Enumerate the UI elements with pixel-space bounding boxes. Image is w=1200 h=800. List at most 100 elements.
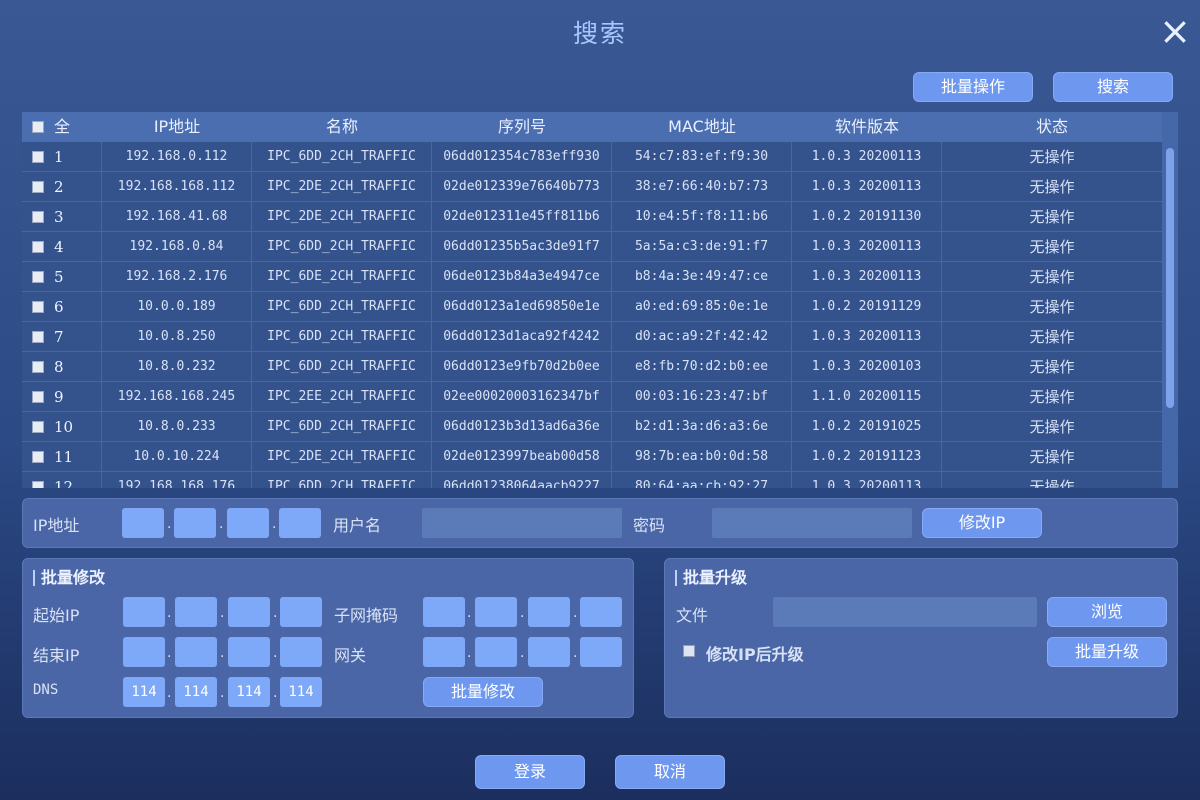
username-input[interactable] <box>422 508 622 538</box>
subnet-octet-4[interactable] <box>580 597 622 627</box>
row-number: 3 <box>54 208 64 226</box>
ip-octet-1[interactable] <box>122 508 164 538</box>
gateway-octet-2[interactable] <box>475 637 517 667</box>
batch-modify-button[interactable]: 批量修改 <box>423 677 543 707</box>
table-row[interactable]: 5 192.168.2.176 IPC_6DE_2CH_TRAFFIC 06de012… <box>22 262 1162 292</box>
username-label: 用户名 <box>333 516 382 535</box>
row-number: 12 <box>54 478 74 488</box>
row-ip: 192.168.41.68 <box>102 202 252 232</box>
row-checkbox[interactable] <box>32 331 44 343</box>
start-ip-octet-1[interactable] <box>123 597 165 627</box>
login-button[interactable]: 登录 <box>475 755 585 789</box>
file-path-input[interactable] <box>773 597 1037 627</box>
ip-octet-4[interactable] <box>279 508 321 538</box>
table-row[interactable]: 2 192.168.168.112 IPC_2DE_2CH_TRAFFIC 02de0… <box>22 172 1162 202</box>
row-index: 11 <box>22 442 102 472</box>
cancel-button[interactable]: 取消 <box>615 755 725 789</box>
header-select-all[interactable]: 全 <box>22 112 102 142</box>
row-checkbox[interactable] <box>32 301 44 313</box>
dns-octet-4[interactable]: 114 <box>280 677 322 707</box>
row-status: 无操作 <box>1029 238 1075 256</box>
password-input[interactable] <box>712 508 912 538</box>
table-row[interactable]: 9 192.168.168.245 IPC_2EE_2CH_TRAFFIC 02ee0… <box>22 382 1162 412</box>
start-ip-octet-3[interactable] <box>228 597 270 627</box>
row-checkbox[interactable] <box>32 481 44 488</box>
row-checkbox[interactable] <box>32 271 44 283</box>
gateway-octet-4[interactable] <box>580 637 622 667</box>
row-mac: b2:d1:3a:d6:a3:6e <box>612 412 792 442</box>
row-checkbox[interactable] <box>32 391 44 403</box>
page-title: 搜索 <box>572 19 627 48</box>
row-status: 无操作 <box>1029 418 1075 436</box>
start-ip-octet-2[interactable] <box>175 597 217 627</box>
table-row[interactable]: 3 192.168.41.68 IPC_2DE_2CH_TRAFFIC 02de012… <box>22 202 1162 232</box>
row-checkbox[interactable] <box>32 241 44 253</box>
browse-button[interactable]: 浏览 <box>1047 597 1167 627</box>
dns-label: DNS <box>33 682 59 698</box>
ip-dot: . <box>167 605 172 621</box>
row-mac: 54:c7:83:ef:f9:30 <box>612 142 792 172</box>
table-row[interactable]: 7 10.0.8.250 IPC_6DD_2CH_TRAFFIC 06dd0123d1… <box>22 322 1162 352</box>
row-version: 1.0.3 20200113 <box>792 262 942 292</box>
row-mac: a0:ed:69:85:0e:1e <box>612 292 792 322</box>
scrollbar-thumb[interactable] <box>1166 148 1174 408</box>
table-row[interactable]: 1 192.168.0.112 IPC_6DD_2CH_TRAFFIC 06dd012… <box>22 142 1162 172</box>
start-ip-octet-4[interactable] <box>280 597 322 627</box>
table-scrollbar[interactable] <box>1162 112 1178 488</box>
end-ip-octet-4[interactable] <box>280 637 322 667</box>
device-table: 全 IP地址 名称 序列号 MAC地址 软件版本 状态 1 192.168.0.1… <box>22 112 1178 488</box>
row-serial: 06dd012354c783eff930 <box>432 142 612 172</box>
batch-upgrade-title: 批量升级 <box>675 570 747 586</box>
ip-octet-2[interactable] <box>174 508 216 538</box>
subnet-octet-3[interactable] <box>528 597 570 627</box>
row-mac: e8:fb:70:d2:b0:ee <box>612 352 792 382</box>
batch-modify-title: 批量修改 <box>33 570 105 586</box>
end-ip-label: 结束IP <box>33 646 80 665</box>
modify-ip-button[interactable]: 修改IP <box>922 508 1042 538</box>
row-ip: 192.168.2.176 <box>102 262 252 292</box>
table-row[interactable]: 4 192.168.0.84 IPC_6DD_2CH_TRAFFIC 06dd0123… <box>22 232 1162 262</box>
upgrade-after-ip-checkbox[interactable] <box>683 645 695 657</box>
dns-octet-1[interactable]: 114 <box>123 677 165 707</box>
row-version: 1.0.2 20191123 <box>792 442 942 472</box>
batch-upgrade-button[interactable]: 批量升级 <box>1047 637 1167 667</box>
search-button[interactable]: 搜索 <box>1053 72 1173 102</box>
select-all-checkbox[interactable] <box>32 121 44 133</box>
row-number: 6 <box>54 298 64 316</box>
table-row[interactable]: 6 10.0.0.189 IPC_6DD_2CH_TRAFFIC 06dd0123a1… <box>22 292 1162 322</box>
batch-operation-button[interactable]: 批量操作 <box>913 72 1033 102</box>
gateway-octet-3[interactable] <box>528 637 570 667</box>
row-checkbox[interactable] <box>32 151 44 163</box>
row-name: IPC_6DD_2CH_TRAFFIC <box>252 322 432 352</box>
table-row[interactable]: 10 10.8.0.233 IPC_6DD_2CH_TRAFFIC 06dd0123b… <box>22 412 1162 442</box>
dns-octet-3[interactable]: 114 <box>228 677 270 707</box>
dns-octet-2[interactable]: 114 <box>175 677 217 707</box>
table-row[interactable]: 8 10.8.0.232 IPC_6DD_2CH_TRAFFIC 06dd0123e9… <box>22 352 1162 382</box>
row-name: IPC_2DE_2CH_TRAFFIC <box>252 202 432 232</box>
row-version: 1.0.3 20200113 <box>792 472 942 488</box>
end-ip-octet-3[interactable] <box>228 637 270 667</box>
close-icon[interactable]: × <box>1158 12 1192 50</box>
row-checkbox[interactable] <box>32 451 44 463</box>
table-row[interactable]: 12 192.168.168.176 IPC_6DD_2CH_TRAFFIC 06dd… <box>22 472 1162 488</box>
table-row[interactable]: 11 10.0.10.224 IPC_2DE_2CH_TRAFFIC 02de0123… <box>22 442 1162 472</box>
row-checkbox[interactable] <box>32 361 44 373</box>
row-serial: 02de012311e45ff811b6 <box>432 202 612 232</box>
row-index: 3 <box>22 202 102 232</box>
ip-octet-3[interactable] <box>227 508 269 538</box>
subnet-octet-2[interactable] <box>475 597 517 627</box>
ip-label: IP地址 <box>33 516 80 535</box>
end-ip-octet-2[interactable] <box>175 637 217 667</box>
row-serial: 06de0123b84a3e4947ce <box>432 262 612 292</box>
end-ip-octet-1[interactable] <box>123 637 165 667</box>
row-name: IPC_6DE_2CH_TRAFFIC <box>252 262 432 292</box>
row-checkbox[interactable] <box>32 421 44 433</box>
subnet-octet-1[interactable] <box>423 597 465 627</box>
row-serial: 02ee00020003162347bf <box>432 382 612 412</box>
row-ip: 192.168.168.245 <box>102 382 252 412</box>
row-number: 9 <box>54 388 64 406</box>
gateway-octet-1[interactable] <box>423 637 465 667</box>
row-checkbox[interactable] <box>32 211 44 223</box>
row-number: 4 <box>54 238 64 256</box>
row-checkbox[interactable] <box>32 181 44 193</box>
